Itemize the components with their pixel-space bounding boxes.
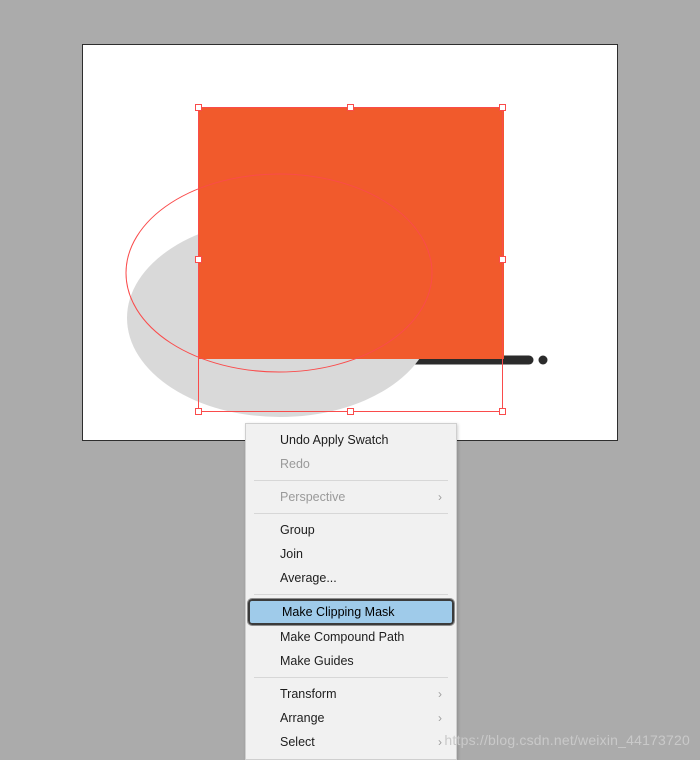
menu-item-label: Undo Apply Swatch bbox=[280, 433, 389, 447]
menu-item-make-compound-path[interactable]: Make Compound Path bbox=[246, 625, 456, 649]
context-menu[interactable]: Undo Apply Swatch Redo Perspective › Group Jo… bbox=[245, 423, 457, 760]
menu-item-label: Group bbox=[280, 523, 315, 537]
menu-item-group[interactable]: Group bbox=[246, 518, 456, 542]
chevron-right-icon: › bbox=[438, 735, 442, 749]
chevron-right-icon: › bbox=[438, 687, 442, 701]
menu-separator bbox=[254, 677, 448, 678]
artboard-canvas[interactable] bbox=[82, 44, 618, 441]
menu-item-join[interactable]: Join bbox=[246, 542, 456, 566]
menu-item-label: Redo bbox=[280, 457, 310, 471]
menu-item-label: Transform bbox=[280, 687, 337, 701]
menu-item-label: Make Compound Path bbox=[280, 630, 405, 644]
menu-separator bbox=[254, 594, 448, 595]
orange-rectangle-shape[interactable] bbox=[199, 108, 504, 359]
menu-item-label: Make Guides bbox=[280, 654, 354, 668]
menu-item-select[interactable]: Select › bbox=[246, 730, 456, 754]
menu-item-label: Select bbox=[280, 735, 315, 749]
chevron-right-icon: › bbox=[438, 711, 442, 725]
menu-item-average[interactable]: Average... bbox=[246, 566, 456, 590]
menu-item-arrange[interactable]: Arrange › bbox=[246, 706, 456, 730]
menu-item-label: Make Clipping Mask bbox=[282, 605, 395, 619]
menu-item-label: Average... bbox=[280, 571, 337, 585]
menu-item-undo-apply-swatch[interactable]: Undo Apply Swatch bbox=[246, 428, 456, 452]
menu-separator bbox=[254, 513, 448, 514]
chevron-right-icon: › bbox=[438, 490, 442, 504]
menu-item-label: Arrange bbox=[280, 711, 325, 725]
menu-item-label: Join bbox=[280, 547, 303, 561]
menu-item-make-clipping-mask[interactable]: Make Clipping Mask bbox=[247, 598, 455, 626]
menu-separator bbox=[254, 480, 448, 481]
menu-item-make-guides[interactable]: Make Guides bbox=[246, 649, 456, 673]
menu-item-redo: Redo bbox=[246, 452, 456, 476]
menu-item-transform[interactable]: Transform › bbox=[246, 682, 456, 706]
watermark-text: https://blog.csdn.net/weixin_44173720 bbox=[444, 732, 690, 748]
menu-item-label: Perspective bbox=[280, 490, 346, 504]
menu-item-perspective: Perspective › bbox=[246, 485, 456, 509]
